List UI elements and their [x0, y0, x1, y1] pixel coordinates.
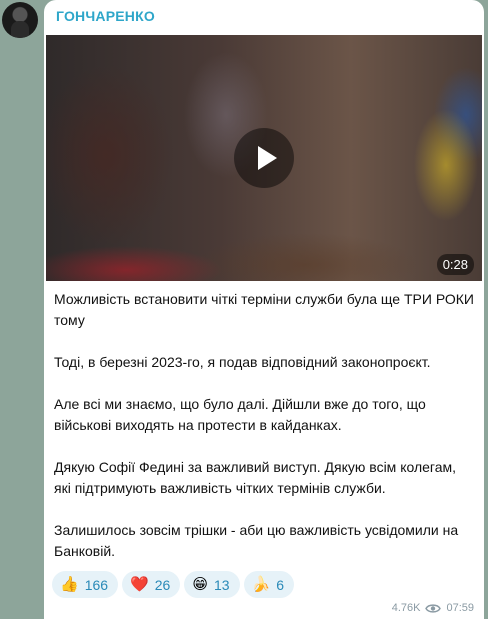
reaction-count: 26 — [154, 576, 171, 593]
message-text: Можливість встановити чіткі терміни служ… — [54, 289, 474, 562]
eye-icon — [425, 603, 442, 613]
reaction-thumbs-up[interactable]: 👍 166 — [52, 571, 119, 598]
reaction-heart[interactable]: ❤️ 26 — [122, 571, 181, 598]
reaction-count: 6 — [276, 576, 285, 593]
reaction-grin[interactable]: 😁 13 — [184, 571, 240, 598]
avatar-figure — [11, 21, 29, 38]
message-paragraph: Залишилось зовсім трішки - аби цю важлив… — [54, 522, 459, 559]
video-player[interactable]: 0:28 — [46, 35, 482, 281]
reactions-bar: 👍 166 ❤️ 26 😁 13 🍌 6 — [52, 571, 295, 598]
reaction-count: 166 — [84, 576, 109, 593]
grin-icon: 😁 — [192, 576, 208, 593]
reaction-count: 13 — [213, 576, 230, 593]
video-duration: 0:28 — [436, 254, 474, 275]
message-paragraph: Можливість встановити чіткі терміни служ… — [54, 291, 474, 328]
message-time: 07:59 — [446, 602, 474, 614]
heart-icon: ❤️ — [130, 576, 149, 593]
views-count: 4.76K — [391, 602, 421, 614]
message-meta: 4.76K 07:59 — [392, 602, 474, 614]
reaction-banana[interactable]: 🍌 6 — [243, 571, 295, 598]
play-icon — [258, 146, 277, 170]
channel-avatar[interactable] — [2, 2, 38, 38]
message-bubble: ГОНЧАРЕНКО 0:28 Можливість встановити чі… — [44, 0, 484, 619]
message-paragraph: Тоді, в березні 2023-го, я подав відпові… — [54, 354, 431, 370]
banana-icon: 🍌 — [251, 576, 271, 593]
channel-name[interactable]: ГОНЧАРЕНКО — [56, 8, 155, 24]
message-paragraph: Дякую Софії Федині за важливий виступ. Д… — [54, 459, 457, 496]
play-button[interactable] — [234, 128, 294, 188]
thumbs-up-icon: 👍 — [60, 576, 79, 593]
message-paragraph: Але всі ми знаємо, що було далі. Дійшли … — [54, 396, 426, 433]
